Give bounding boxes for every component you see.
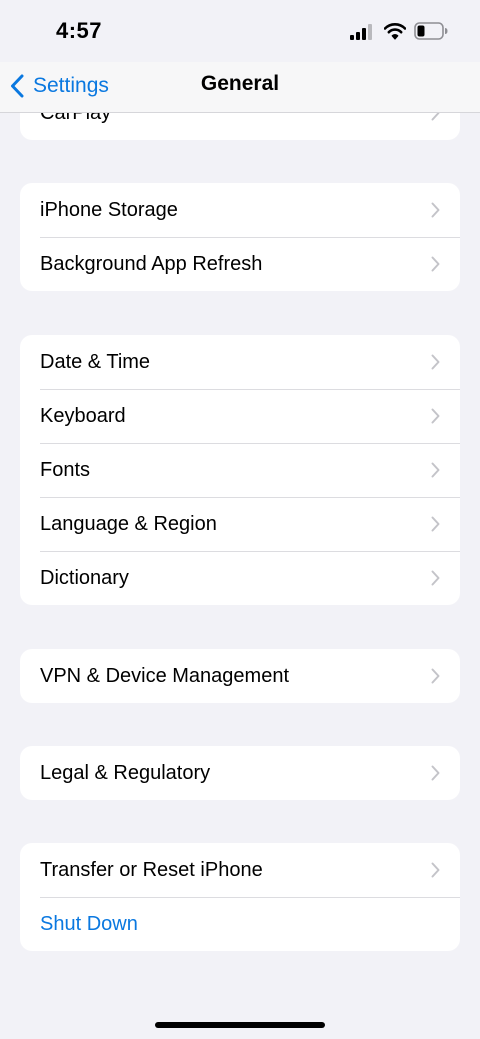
row-fonts[interactable]: Fonts (20, 443, 460, 497)
status-bar: 4:57 (0, 0, 480, 62)
page-title: General (200, 72, 280, 95)
group-reset: Transfer or Reset iPhone Shut Down (20, 843, 460, 951)
wifi-icon (384, 23, 406, 40)
row-label: Date & Time (40, 350, 151, 373)
group-locale: Date & Time Keyboard Fonts Language & Re… (20, 335, 460, 605)
chevron-right-icon (431, 570, 440, 586)
row-legal-regulatory[interactable]: Legal & Regulatory (20, 746, 460, 800)
row-label: iPhone Storage (40, 198, 178, 221)
battery-low-icon (414, 22, 448, 40)
row-label: Legal & Regulatory (40, 761, 211, 784)
cellular-signal-icon (350, 24, 372, 40)
row-label: Transfer or Reset iPhone (40, 858, 263, 881)
shut-down-button[interactable]: Shut Down (20, 897, 460, 951)
chevron-right-icon (431, 256, 440, 272)
row-label: Background App Refresh (40, 252, 263, 275)
row-transfer-reset[interactable]: Transfer or Reset iPhone (20, 843, 460, 897)
navigation-bar: Settings General (0, 62, 480, 113)
row-background-app-refresh[interactable]: Background App Refresh (20, 237, 460, 291)
chevron-right-icon (431, 354, 440, 370)
group-legal: Legal & Regulatory (20, 746, 460, 800)
row-label: Dictionary (40, 566, 129, 589)
row-label: VPN & Device Management (40, 664, 290, 687)
chevron-right-icon (431, 765, 440, 781)
row-keyboard[interactable]: Keyboard (20, 389, 460, 443)
row-label: Fonts (40, 458, 91, 481)
chevron-right-icon (431, 462, 440, 478)
row-dictionary[interactable]: Dictionary (20, 551, 460, 605)
home-indicator[interactable] (155, 1022, 325, 1028)
group-vpn: VPN & Device Management (20, 649, 460, 703)
chevron-right-icon (431, 408, 440, 424)
chevron-right-icon (431, 202, 440, 218)
row-vpn-device-management[interactable]: VPN & Device Management (20, 649, 460, 703)
chevron-right-icon (431, 862, 440, 878)
row-date-time[interactable]: Date & Time (20, 335, 460, 389)
status-time: 4:57 (56, 18, 103, 43)
row-label: Language & Region (40, 512, 217, 535)
group-storage: iPhone Storage Background App Refresh (20, 183, 460, 291)
row-label: Keyboard (40, 404, 126, 427)
shut-down-label: Shut Down (40, 912, 138, 935)
chevron-right-icon (431, 516, 440, 532)
row-language-region[interactable]: Language & Region (20, 497, 460, 551)
chevron-right-icon (431, 668, 440, 684)
row-iphone-storage[interactable]: iPhone Storage (20, 183, 460, 237)
